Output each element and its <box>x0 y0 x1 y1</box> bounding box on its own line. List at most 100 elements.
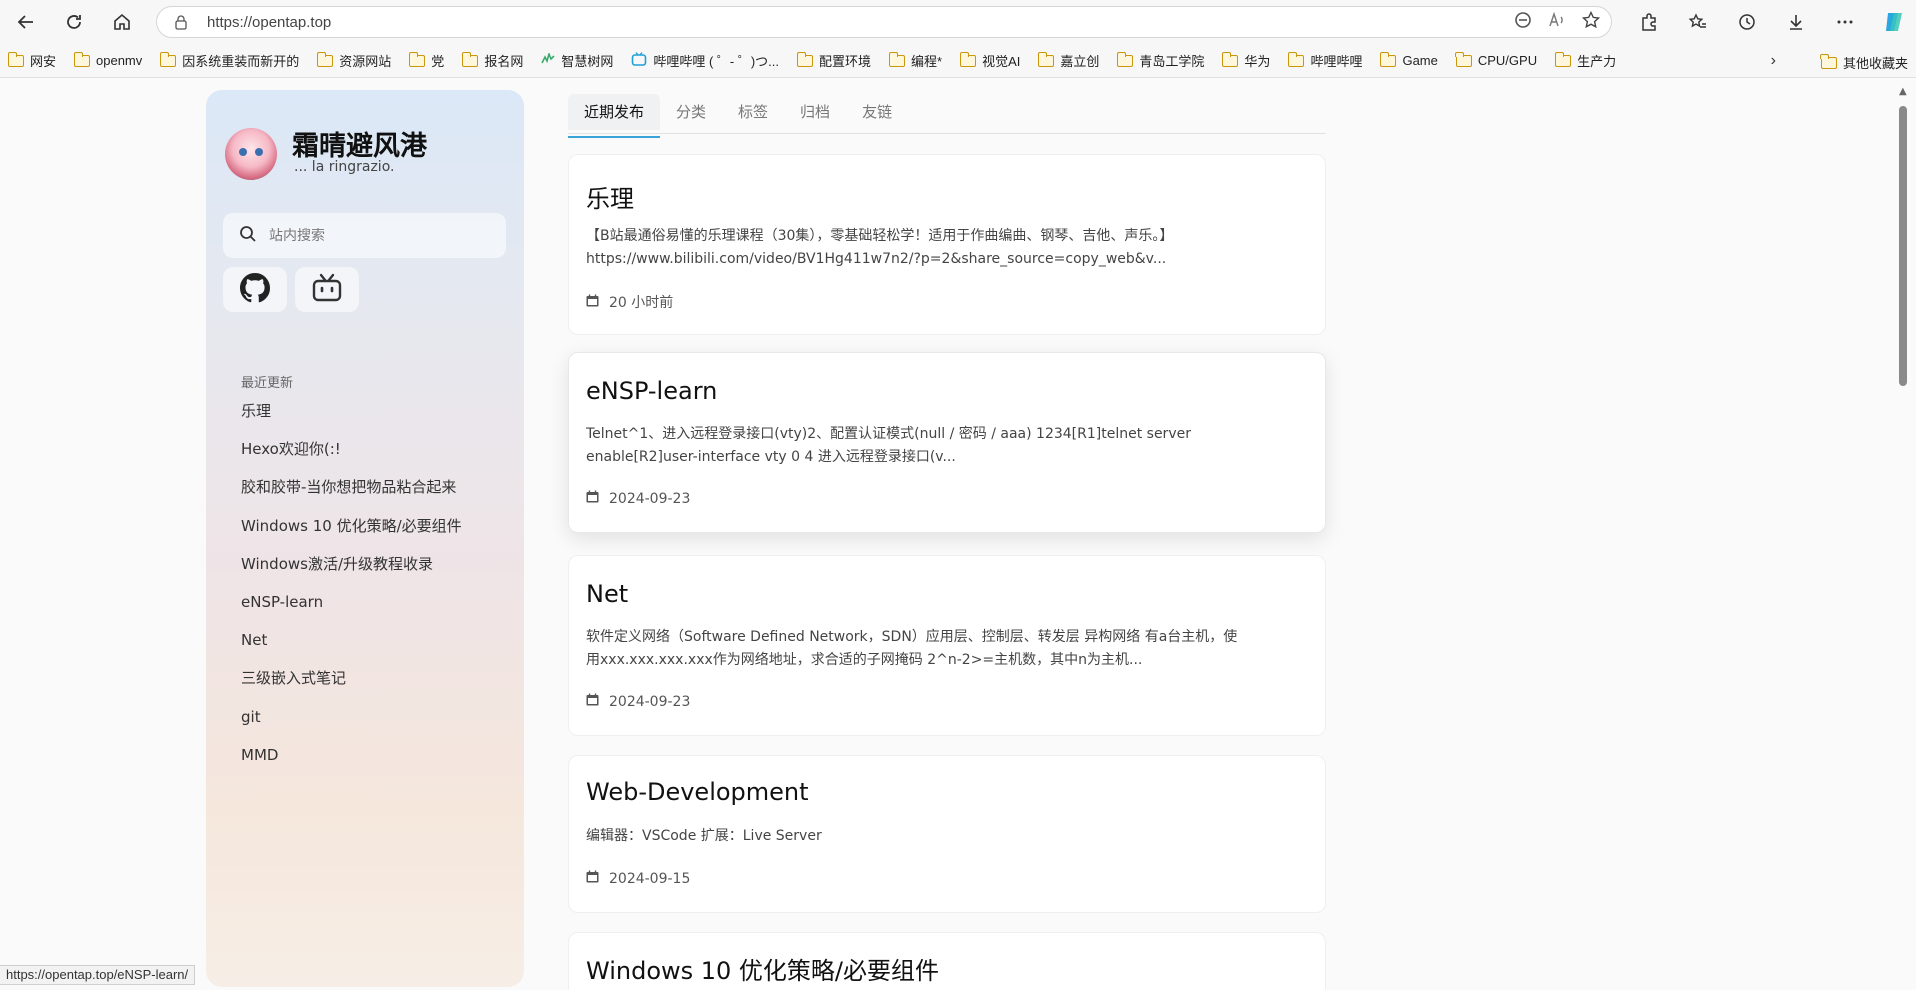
github-button[interactable] <box>223 267 287 312</box>
avatar[interactable] <box>225 128 277 180</box>
post-title[interactable]: Net <box>586 580 628 608</box>
bookmark-item[interactable]: Game <box>1379 51 1438 68</box>
bookmark-item[interactable]: 智慧树网 <box>541 51 613 70</box>
bookmark-item[interactable]: 嘉立创 <box>1037 51 1099 70</box>
read-aloud-icon[interactable] <box>1547 10 1567 34</box>
folder-icon <box>1037 51 1055 67</box>
bookmark-item[interactable]: CPU/GPU <box>1455 51 1537 68</box>
calendar-icon <box>586 870 599 887</box>
recent-item[interactable]: git <box>241 708 462 747</box>
post-date: 2024-09-23 <box>586 490 690 507</box>
tab-recent[interactable]: 近期发布 <box>568 94 661 138</box>
bilibili-button[interactable] <box>295 267 359 312</box>
scrollbar-thumb[interactable] <box>1899 106 1907 386</box>
recent-updates-heading: 最近更新 <box>241 376 294 391</box>
post-title[interactable]: Web-Development <box>586 778 809 806</box>
favorite-star-icon[interactable] <box>1581 10 1601 34</box>
folder-icon <box>1820 53 1837 69</box>
search-icon <box>239 225 257 247</box>
recent-item[interactable]: 胶和胶带-当你想把物品粘合起来 <box>241 479 462 517</box>
folder-icon <box>1116 51 1134 67</box>
recent-updates-list: 乐理 Hexo欢迎你(:! 胶和胶带-当你想把物品粘合起来 Windows 10… <box>241 402 462 785</box>
post-card[interactable]: eNSP-learn Telnet^1、进入远程登录接口(vty)2、配置认证模… <box>568 352 1326 533</box>
post-card[interactable]: Windows 10 优化策略/必要组件 <box>568 932 1326 990</box>
folder-icon <box>73 51 91 67</box>
post-excerpt: Telnet^1、进入远程登录接口(vty)2、配置认证模式(null / 密码… <box>586 426 1191 465</box>
post-date: 20 小时前 <box>586 292 673 312</box>
home-button[interactable] <box>104 4 140 40</box>
bookmark-item[interactable]: 因系统重装而新开的 <box>159 51 299 70</box>
folder-icon <box>1455 51 1472 67</box>
recent-item[interactable]: MMD <box>241 746 462 785</box>
folder-icon <box>796 51 814 67</box>
bookmark-item[interactable]: 视觉AI <box>959 51 1020 70</box>
recent-item[interactable]: Windows 10 优化策略/必要组件 <box>241 517 462 556</box>
bookmark-item[interactable]: 资源网站 <box>316 51 391 70</box>
recent-item[interactable]: Hexo欢迎你(:! <box>241 441 462 479</box>
bookmark-item[interactable]: openmv <box>73 51 142 68</box>
post-title[interactable]: Windows 10 优化策略/必要组件 <box>586 951 939 986</box>
folder-icon <box>159 51 177 67</box>
tab-tags[interactable]: 标签 <box>722 94 784 130</box>
back-button[interactable] <box>8 4 44 40</box>
folder-icon <box>888 51 906 67</box>
post-card[interactable]: Web-Development 编辑器：VSCode 扩展：Live Serve… <box>568 755 1326 913</box>
post-excerpt: 软件定义网络（Software Defined Network，SDN）应用层、… <box>586 629 1238 668</box>
bookmark-item[interactable]: 党 <box>408 51 444 70</box>
post-card[interactable]: Net 软件定义网络（Software Defined Network，SDN）… <box>568 555 1326 736</box>
tab-categories[interactable]: 分类 <box>660 94 722 130</box>
post-excerpt: 编辑器：VSCode 扩展：Live Server <box>586 828 822 844</box>
post-title[interactable]: eNSP-learn <box>586 377 717 405</box>
recent-item[interactable]: eNSP-learn <box>241 593 462 632</box>
reload-button[interactable] <box>56 4 92 40</box>
folder-icon <box>1379 51 1397 67</box>
folder-icon <box>7 51 24 67</box>
favorites-icon[interactable] <box>1680 4 1716 40</box>
more-menu-icon[interactable] <box>1827 4 1863 40</box>
post-title[interactable]: 乐理 <box>586 179 634 214</box>
site-title[interactable]: 霜晴避风港 <box>292 124 427 163</box>
folder-icon <box>959 51 977 67</box>
copilot-icon[interactable] <box>1876 4 1912 40</box>
post-card[interactable]: 乐理 【B站最通俗易懂的乐理课程（30集），零基础轻松学！适用于作曲编曲、钢琴、… <box>568 154 1326 335</box>
tab-friends[interactable]: 友链 <box>846 94 908 130</box>
recent-item[interactable]: Windows激活/升级教程收录 <box>241 555 462 594</box>
bookmark-item[interactable]: 网安 <box>7 51 56 70</box>
bookmark-item[interactable]: 编程* <box>888 51 942 70</box>
tab-archives[interactable]: 归档 <box>784 94 846 130</box>
link-status-bar: https://opentap.top/eNSP-learn/ <box>0 965 196 985</box>
recent-item[interactable]: 乐理 <box>241 402 462 441</box>
search-input[interactable] <box>269 227 489 244</box>
folder-icon <box>1287 51 1305 67</box>
bookmark-item[interactable]: 青岛工学院 <box>1116 51 1204 70</box>
downloads-icon[interactable] <box>1778 4 1814 40</box>
bookmark-item[interactable]: 华为 <box>1221 51 1270 70</box>
folder-icon <box>1221 51 1239 67</box>
bilibili-icon <box>311 273 343 307</box>
bookmark-item[interactable]: 哔哩哔哩 <box>1287 51 1362 70</box>
translate-icon[interactable] <box>1513 10 1533 34</box>
site-subtitle: ... la ringrazio. <box>294 159 395 175</box>
extensions-icon[interactable] <box>1631 4 1667 40</box>
bilibili-icon <box>631 51 647 70</box>
reload-icon <box>67 15 81 29</box>
site-search[interactable] <box>223 213 506 258</box>
bookmark-item[interactable]: 报名网 <box>461 51 523 70</box>
bookmark-item[interactable]: 哔哩哔哩 ( ゜- ゜)つ... <box>631 51 779 70</box>
bookmark-item[interactable]: 生产力 <box>1554 51 1616 70</box>
github-icon <box>240 272 271 307</box>
bookmark-item[interactable]: 配置环境 <box>796 51 871 70</box>
recent-item[interactable]: Net <box>241 632 462 670</box>
folder-icon <box>461 51 479 67</box>
other-bookmarks[interactable]: 其他收藏夹 <box>1820 53 1908 72</box>
url-text: https://opentap.top <box>207 13 332 31</box>
chevron-right-icon[interactable]: › <box>1771 52 1776 70</box>
scroll-up-arrow-icon[interactable]: ▲ <box>1899 86 1907 97</box>
recent-item[interactable]: 三级嵌入式笔记 <box>241 670 462 708</box>
address-bar[interactable]: https://opentap.top <box>156 6 1612 38</box>
history-icon[interactable] <box>1729 4 1765 40</box>
post-date: 2024-09-15 <box>586 870 690 887</box>
bookmarks-bar: 网安 openmv 因系统重装而新开的 资源网站 党 报名网 智慧树网 哔哩哔哩… <box>0 44 1916 78</box>
calendar-icon <box>586 490 599 507</box>
site-icon <box>541 51 555 68</box>
